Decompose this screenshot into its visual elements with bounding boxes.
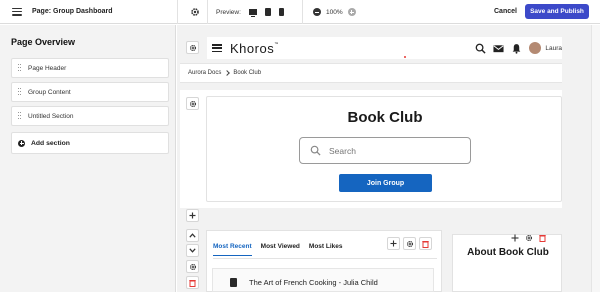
page-overview-sidebar: Page Overview Page Header Group Content … (0, 25, 176, 292)
canvas-scrollbar[interactable] (591, 25, 600, 292)
user-avatar[interactable] (529, 42, 542, 54)
header-settings-button[interactable] (186, 41, 199, 54)
khoros-logo[interactable]: Khoros™ (230, 41, 279, 56)
mail-icon[interactable] (493, 43, 504, 54)
trash-icon (422, 240, 429, 248)
tabs-divider (213, 258, 437, 259)
move-down-button[interactable] (186, 244, 199, 257)
move-up-button[interactable] (186, 229, 199, 242)
gear-icon (189, 44, 196, 51)
add-icon (18, 139, 25, 147)
search-icon[interactable] (475, 43, 486, 54)
desktop-preview-icon[interactable] (248, 9, 257, 17)
move-icon (390, 240, 397, 247)
header-icons: Laura (475, 37, 562, 59)
zoom-in-icon[interactable] (347, 8, 356, 16)
tablet-preview-icon[interactable] (264, 8, 271, 16)
group-hero-widget: Book Club Join Group (206, 96, 562, 202)
trash-icon (189, 279, 196, 287)
move-icon[interactable] (511, 234, 519, 242)
zoom-controls: 100% (313, 0, 356, 24)
sidebar-item-page-header[interactable]: Page Header (11, 58, 169, 78)
list-item[interactable]: The Art of French Cooking - Julia Child (212, 268, 434, 292)
divider (302, 0, 303, 24)
sidebar-item-label: Untitled Section (28, 112, 74, 120)
hamburger-menu-icon[interactable] (212, 44, 222, 52)
zoom-out-icon[interactable] (313, 8, 321, 16)
search-box[interactable] (299, 137, 471, 164)
gear-icon[interactable] (525, 234, 533, 242)
add-section-between-button[interactable] (186, 209, 199, 222)
page-settings-gear-icon[interactable] (190, 7, 200, 17)
tab-most-viewed[interactable]: Most Viewed (261, 243, 300, 256)
preview-controls: Preview: (216, 0, 284, 24)
sidebar-item-group-content[interactable]: Group Content (11, 82, 169, 102)
page-name: Page: Group Dashboard (32, 8, 113, 15)
section-settings-button[interactable] (186, 97, 199, 110)
about-title: About Book Club (467, 247, 549, 258)
widget-settings-button[interactable] (403, 237, 416, 250)
message-tabs: Most Recent Most Viewed Most Likes (213, 243, 343, 256)
cancel-button[interactable]: Cancel (494, 8, 517, 15)
breadcrumb-root[interactable]: Aurora Docs (188, 70, 221, 76)
list-item-title[interactable]: The Art of French Cooking - Julia Child (249, 278, 378, 287)
gear-icon (189, 100, 196, 107)
tab-most-recent[interactable]: Most Recent (213, 243, 252, 256)
delete-section-button[interactable] (186, 276, 199, 289)
sidebar-item-untitled-section[interactable]: Untitled Section (11, 106, 169, 126)
menu-icon[interactable] (12, 7, 22, 16)
bell-icon[interactable] (511, 43, 522, 54)
search-input[interactable] (329, 145, 459, 156)
breadcrumb-current: Book Club (233, 70, 262, 76)
about-widget: About Book Club (452, 234, 562, 292)
add-section-label: Add section (31, 139, 70, 147)
chevron-down-icon (189, 248, 196, 253)
user-name[interactable]: Laura (545, 45, 562, 52)
drag-handle-icon[interactable] (18, 88, 21, 96)
chevron-right-icon (224, 70, 231, 76)
chevron-up-icon (189, 233, 196, 238)
add-section-button[interactable]: Add section (11, 132, 169, 154)
widget-tools (387, 237, 432, 250)
move-widget-button[interactable] (387, 237, 400, 250)
community-header: Khoros™ Laura (207, 37, 562, 59)
book-icon (230, 278, 237, 287)
gear-icon (189, 263, 196, 270)
breadcrumb: Aurora Docs Book Club (180, 63, 562, 83)
divider (207, 0, 208, 24)
tab-most-likes[interactable]: Most Likes (309, 243, 343, 256)
search-icon (310, 145, 321, 156)
sidebar-title: Page Overview (11, 37, 76, 47)
gear-icon (406, 240, 413, 247)
delete-widget-button[interactable] (419, 237, 432, 250)
about-widget-tools (511, 234, 546, 242)
phone-preview-icon[interactable] (278, 8, 284, 16)
section-settings-button[interactable] (186, 260, 199, 273)
drag-handle-icon[interactable] (18, 64, 21, 72)
group-title: Book Club (347, 109, 423, 126)
save-and-publish-button[interactable]: Save and Publish (525, 4, 589, 19)
join-group-button[interactable]: Join Group (339, 174, 432, 192)
logo-text: Khoros (230, 40, 275, 56)
notification-dot (404, 56, 406, 58)
sidebar-item-label: Page Header (28, 64, 67, 72)
preview-label: Preview: (216, 8, 241, 16)
sidebar-item-label: Group Content (28, 88, 71, 96)
divider (177, 0, 178, 24)
drag-handle-icon[interactable] (18, 112, 21, 120)
trash-icon[interactable] (539, 234, 546, 242)
zoom-level: 100% (326, 8, 343, 16)
plus-icon (189, 212, 196, 219)
